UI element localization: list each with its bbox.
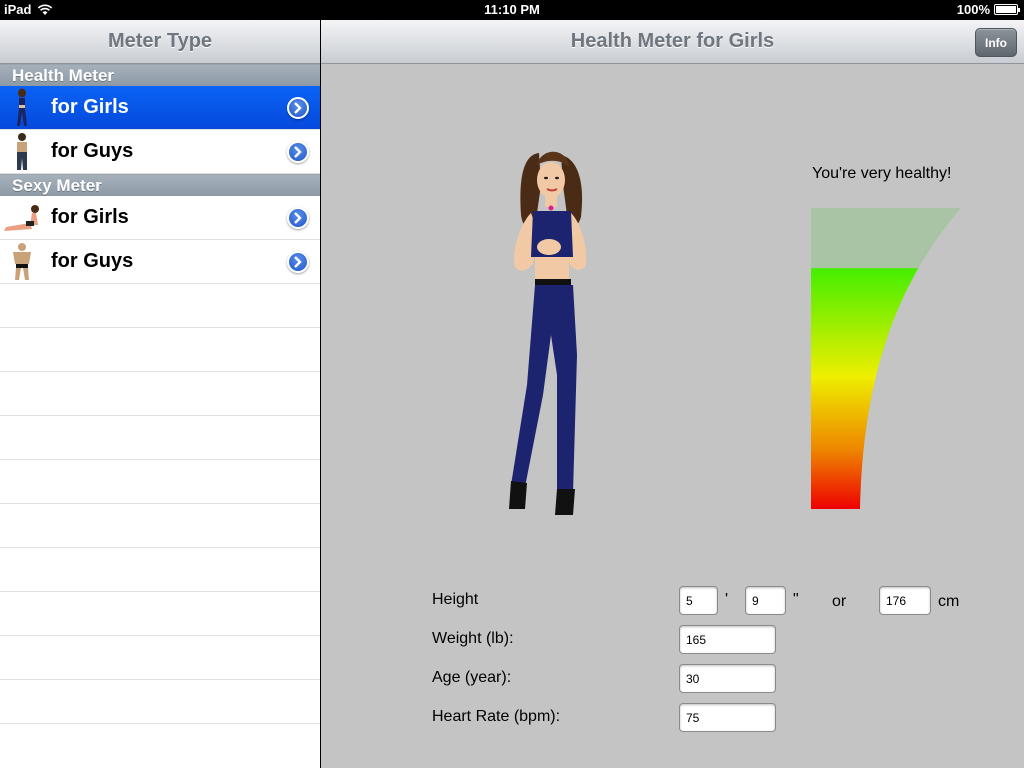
chevron-right-icon[interactable] [287, 141, 309, 163]
health-verdict: You're very healthy! [812, 165, 952, 182]
chevron-right-icon[interactable] [287, 251, 309, 273]
empty-rows [0, 284, 320, 724]
list-item-sexy-guys[interactable]: for Guys [0, 240, 320, 284]
chevron-right-icon[interactable] [287, 97, 309, 119]
feet-unit: ' [725, 591, 729, 608]
muscle-guy-thumbnail [2, 241, 42, 283]
detail-navbar: Health Meter for Girls Info [321, 20, 1024, 64]
reclining-girl-thumbnail [2, 197, 42, 239]
weight-field[interactable]: 165 [679, 625, 776, 654]
section-header-sexy: Sexy Meter [0, 174, 320, 196]
list-item-label: for Girls [51, 96, 129, 118]
age-field[interactable]: 30 [679, 664, 776, 693]
list-item-sexy-girls[interactable]: for Girls [0, 196, 320, 240]
guy-thumbnail [2, 131, 42, 173]
height-inches-field[interactable]: 9 [745, 586, 786, 615]
age-label: Age (year): [432, 669, 512, 686]
heart-rate-field[interactable]: 75 [679, 703, 776, 732]
list-item-label: for Girls [51, 206, 129, 228]
master-navbar: Meter Type [0, 20, 320, 64]
master-pane: Meter Type Health Meter for Girls for Gu… [0, 20, 320, 768]
info-button[interactable]: Info [975, 28, 1017, 57]
list-item-health-girls[interactable]: for Girls [0, 86, 320, 130]
girl-illustration [509, 151, 587, 515]
or-label: or [832, 593, 847, 610]
health-meter-gauge [811, 208, 961, 509]
meter-fill [811, 268, 961, 509]
height-label: Height [432, 591, 479, 608]
girl-thumbnail [2, 87, 42, 129]
list-item-label: for Guys [51, 140, 134, 162]
section-header-health: Health Meter [0, 64, 320, 86]
battery-icon [994, 4, 1020, 15]
weight-label: Weight (lb): [432, 630, 514, 647]
height-feet-field[interactable]: 5 [679, 586, 718, 615]
list-item-health-guys[interactable]: for Guys [0, 130, 320, 174]
master-title: Meter Type [107, 30, 213, 52]
chevron-right-icon[interactable] [287, 207, 309, 229]
inches-unit: " [793, 591, 799, 608]
heart-rate-label: Heart Rate (bpm): [432, 708, 561, 725]
status-bar: iPad 11:10 PM 100% [0, 0, 1024, 20]
list-item-label: for Guys [51, 250, 134, 272]
battery-percent: 100% [956, 2, 990, 17]
detail-pane: Health Meter for Girls Info You're very [321, 20, 1024, 768]
height-cm-field[interactable]: 176 [879, 586, 931, 615]
cm-unit: cm [938, 593, 960, 610]
clock: 11:10 PM [484, 2, 540, 17]
detail-title: Health Meter for Girls [570, 30, 775, 52]
